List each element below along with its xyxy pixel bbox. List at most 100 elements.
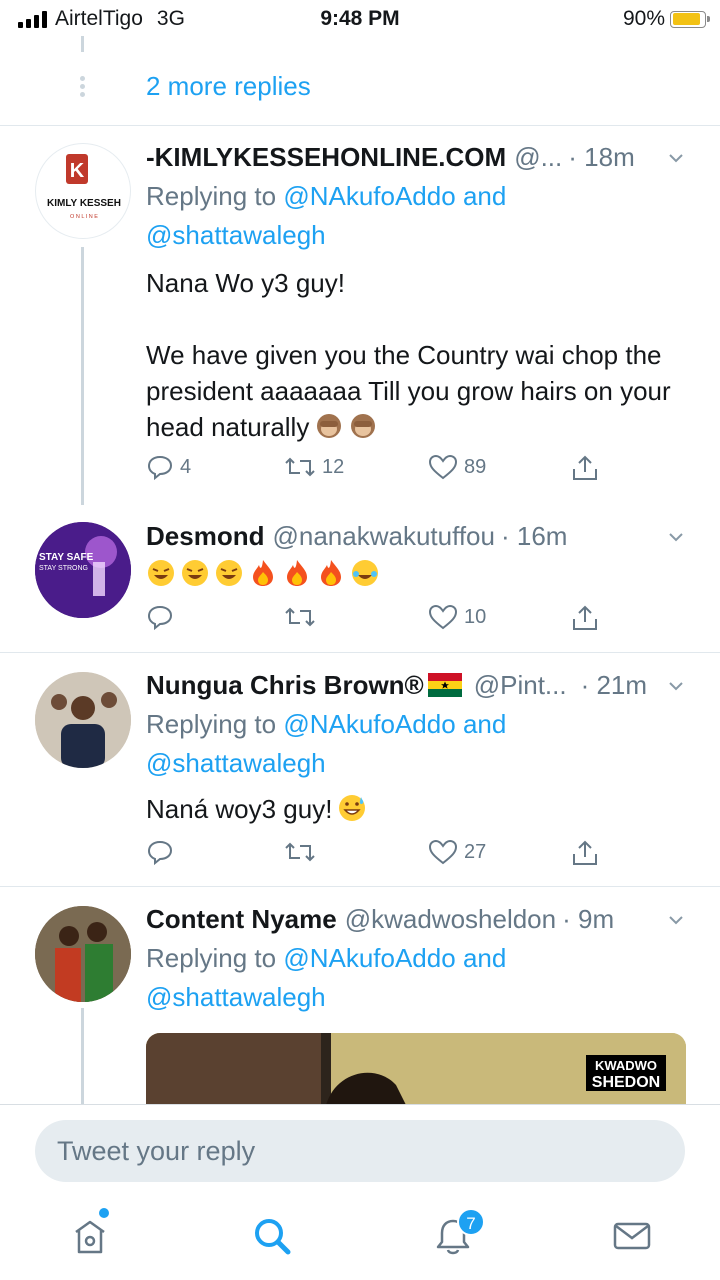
like-count: 27 — [464, 840, 487, 863]
share-button[interactable] — [570, 453, 600, 483]
like-button[interactable]: 89 — [428, 453, 486, 481]
replying-prefix: Replying to — [146, 181, 277, 211]
ghana-flag-icon — [427, 673, 462, 697]
reply-icon — [147, 455, 173, 481]
grinning-sweat-icon — [337, 793, 367, 823]
mention-and[interactable]: and — [463, 181, 506, 211]
tweet-media[interactable]: KWADWO SHEDON — [146, 1033, 686, 1105]
reply-input[interactable]: Tweet your reply — [35, 1120, 685, 1182]
retweet-count: 12 — [322, 455, 345, 478]
retweet-icon — [285, 607, 315, 627]
avatar[interactable] — [35, 672, 131, 768]
like-button[interactable]: 10 — [428, 603, 486, 631]
status-right: 90% — [622, 7, 710, 31]
share-button[interactable] — [570, 838, 600, 868]
fire-icon — [316, 558, 346, 588]
retweet-icon — [285, 842, 315, 862]
search-icon — [255, 1219, 291, 1255]
reply-count: 4 — [180, 455, 192, 478]
mention-and[interactable]: and — [463, 943, 506, 973]
tweet-header: Nungua Chris Brown® @Pint... · 21m — [146, 665, 700, 705]
user-handle[interactable]: @Pint... — [474, 670, 567, 701]
tears-of-joy-icon — [350, 558, 380, 588]
display-name[interactable]: Nungua Chris Brown® — [146, 670, 424, 701]
see-no-evil-monkey-icon — [348, 411, 378, 441]
tweet[interactable]: STAY SAFE STAY STRONG Desmond @nanakwaku… — [0, 505, 720, 653]
mention-link[interactable]: @shattawalegh — [146, 748, 326, 778]
clock: 9:48 PM — [320, 7, 400, 30]
replying-to: Replying to @NAkufoAddo and @shattawaleg… — [146, 939, 700, 1017]
mention-link[interactable]: @shattawalegh — [146, 982, 326, 1012]
tweet-header: Desmond @nanakwakutuffou · 16m — [146, 516, 700, 556]
avatar[interactable]: STAY SAFE STAY STRONG — [35, 522, 131, 618]
reply-icon — [147, 840, 173, 866]
replying-prefix: Replying to — [146, 709, 277, 739]
display-name[interactable]: Content Nyame — [146, 904, 337, 935]
retweet-button[interactable] — [284, 603, 322, 631]
like-count: 10 — [464, 605, 487, 628]
reply-button[interactable]: 4 — [146, 453, 191, 481]
more-dots-icon — [79, 76, 86, 100]
tweet-actions: 27 — [146, 838, 606, 872]
mention-link[interactable]: @NAkufoAddo — [283, 181, 455, 211]
tweet-actions: 10 — [146, 603, 606, 637]
tweet-content: Nungua Chris Brown® @Pint... · 21m Reply… — [146, 665, 700, 827]
fire-icon — [282, 558, 312, 588]
share-icon — [573, 605, 597, 630]
rolling-laughing-icon — [146, 558, 176, 588]
media-watermark-bottom: SHEDON — [592, 1074, 660, 1091]
mention-and[interactable]: and — [463, 709, 506, 739]
like-count: 89 — [464, 455, 487, 478]
user-handle[interactable]: @nanakwakutuffou — [272, 521, 495, 552]
retweet-button[interactable] — [284, 838, 322, 866]
fire-icon — [248, 558, 278, 588]
mention-link[interactable]: @NAkufoAddo — [283, 709, 455, 739]
display-name[interactable]: -KIMLYKESSEHONLINE.COM — [146, 142, 506, 173]
user-handle[interactable]: @... — [514, 142, 562, 173]
tweet-content: -KIMLYKESSEHONLINE.COM @... · 18m Replyi… — [146, 137, 700, 445]
compose-bar: Tweet your reply — [0, 1104, 720, 1196]
tweet-time: · 18m — [568, 141, 635, 172]
notification-badge: 7 — [457, 1208, 485, 1236]
tweet[interactable]: K KIMLY KESSEH O N L I N E -KIMLYKESSEHO… — [0, 127, 720, 505]
tweet-text: Naná woy3 guy! — [146, 794, 333, 824]
battery-percent: 90% — [622, 7, 665, 30]
more-replies-row[interactable]: 2 more replies — [0, 36, 720, 126]
tab-messages[interactable] — [610, 1214, 654, 1258]
avatar-label: STAY SAFE — [39, 552, 94, 563]
thread-line — [81, 36, 84, 52]
reply-button[interactable] — [146, 603, 180, 631]
tweet-actions: 4 12 89 — [146, 453, 606, 487]
mention-link[interactable]: @NAkufoAddo — [283, 943, 455, 973]
like-button[interactable]: 27 — [428, 838, 486, 866]
tab-search[interactable] — [250, 1214, 294, 1258]
retweet-button[interactable]: 12 — [284, 453, 344, 481]
chevron-down-icon[interactable] — [668, 150, 684, 166]
chevron-down-icon[interactable] — [668, 678, 684, 694]
tweet-content: Desmond @nanakwakutuffou · 16m — [146, 516, 700, 588]
tab-bar: 7 — [0, 1196, 720, 1280]
tab-home[interactable] — [68, 1208, 112, 1258]
display-name[interactable]: Desmond — [146, 521, 264, 552]
chevron-down-icon[interactable] — [668, 529, 684, 545]
rolling-laughing-icon — [180, 558, 210, 588]
share-button[interactable] — [570, 603, 600, 633]
battery-icon — [670, 10, 710, 28]
tweet-time: · 16m — [500, 520, 568, 551]
avatar[interactable]: K KIMLY KESSEH O N L I N E — [35, 143, 131, 239]
avatar-label: KIMLY KESSEH — [47, 198, 121, 209]
heart-icon — [428, 454, 458, 480]
tweet[interactable]: Nungua Chris Brown® @Pint... · 21m Reply… — [0, 654, 720, 887]
tweet-time: · 9m — [562, 903, 615, 934]
mention-link[interactable]: @shattawalegh — [146, 220, 326, 250]
replying-to: Replying to @NAkufoAddo and @shattawaleg… — [146, 705, 700, 783]
user-handle[interactable]: @kwadwosheldon — [345, 904, 556, 935]
more-replies-link[interactable]: 2 more replies — [146, 71, 311, 102]
tweet-header: -KIMLYKESSEHONLINE.COM @... · 18m — [146, 137, 700, 177]
avatar[interactable] — [35, 906, 131, 1002]
rolling-laughing-icon — [214, 558, 244, 588]
chevron-down-icon[interactable] — [668, 912, 684, 928]
tab-notifications[interactable]: 7 — [431, 1208, 485, 1258]
reply-icon — [147, 605, 173, 631]
reply-button[interactable] — [146, 838, 180, 866]
